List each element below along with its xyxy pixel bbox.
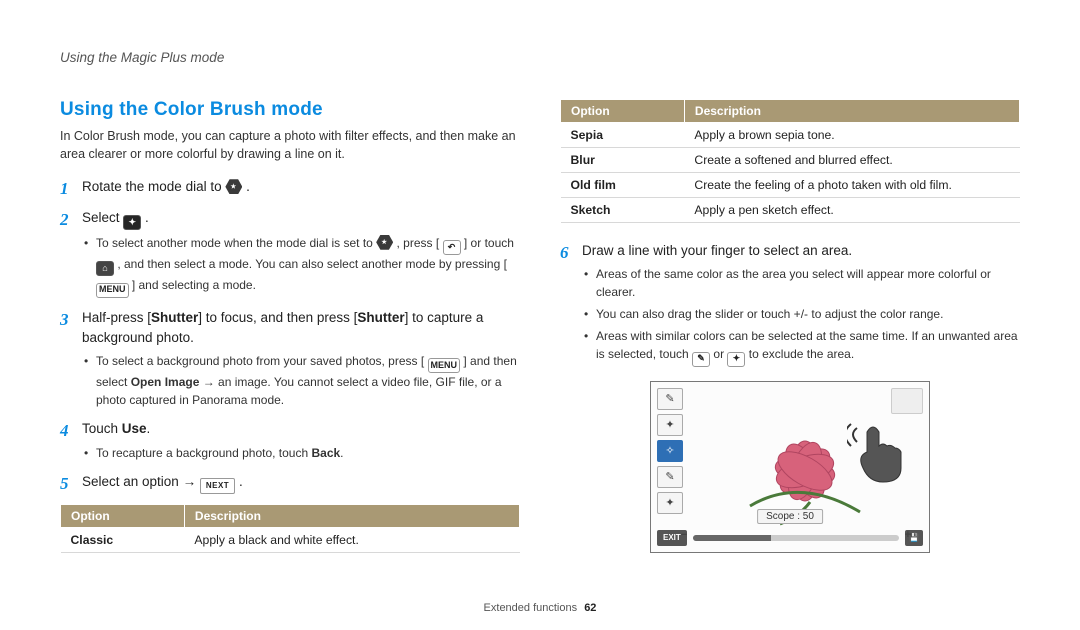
step-1: Rotate the mode dial to . — [60, 177, 520, 197]
opt-desc: Create a softened and blurred effect. — [684, 148, 1019, 173]
step-5: Select an option → NEXT . — [60, 472, 520, 494]
opt-desc: Create the feeling of a photo taken with… — [684, 173, 1019, 198]
page-footer: Extended functions 62 — [0, 602, 1080, 614]
t: . — [340, 446, 343, 460]
step-6-text: Draw a line with your finger to select a… — [582, 243, 852, 258]
t: . — [147, 421, 151, 436]
mode-dial-magic-icon — [225, 179, 242, 194]
finger-touch-icon — [847, 422, 911, 486]
back-button-icon: ↶ — [443, 240, 461, 255]
th-option: Option — [61, 504, 185, 527]
scope-label: Scope : 50 — [757, 509, 823, 524]
exclude-point-icon: ✦ — [727, 352, 745, 367]
t: Half-press [ — [82, 310, 151, 325]
table-row: SketchApply a pen sketch effect. — [561, 198, 1020, 223]
opt-name: Classic — [61, 527, 185, 552]
step-2-text-pre: Select — [82, 210, 123, 225]
t: or — [713, 347, 727, 361]
opt-desc: Apply a pen sketch effect. — [684, 198, 1019, 223]
table-row: Old filmCreate the feeling of a photo ta… — [561, 173, 1020, 198]
t: To recapture a background photo, touch — [96, 446, 311, 460]
section-intro: In Color Brush mode, you can capture a p… — [60, 127, 520, 163]
bottom-bar: EXIT 💾 — [657, 529, 923, 547]
step-4-sublist: To recapture a background photo, touch B… — [82, 440, 520, 462]
step-6-sub-2: You can also drag the slider or touch +/… — [582, 305, 1020, 323]
t: ] or touch — [464, 236, 514, 250]
menu-button-icon: MENU — [428, 358, 461, 373]
menu-button-icon: MENU — [96, 283, 129, 298]
t: , and then select a mode. You can also s… — [117, 257, 507, 271]
left-column: Using the Color Brush mode In Color Brus… — [60, 99, 520, 553]
step-2-text-post: . — [145, 210, 149, 225]
t: ] and selecting a mode. — [132, 278, 256, 292]
th-option: Option — [561, 100, 685, 123]
th-description: Description — [684, 100, 1019, 123]
right-column: Option Description SepiaApply a brown se… — [560, 99, 1020, 553]
opt-name: Blur — [561, 148, 685, 173]
mode-dial-magic-icon — [376, 235, 393, 250]
t: Touch — [82, 421, 122, 436]
options-table-left: Option Description Classic Apply a black… — [60, 504, 520, 553]
camera-screen: ✎ ✦ ✧ ✎ ✦ — [650, 381, 930, 553]
opt-desc: Apply a black and white effect. — [184, 527, 519, 552]
step-3: Half-press [Shutter] to focus, and then … — [60, 308, 520, 410]
tool-include-star-icon[interactable]: ✦ — [657, 414, 683, 436]
t: To select a background photo from your s… — [96, 354, 424, 368]
th-description: Description — [184, 504, 519, 527]
use-label: Use — [122, 421, 147, 436]
step-3-sublist: To select a background photo from your s… — [82, 348, 520, 409]
preview-thumbnail[interactable] — [891, 388, 923, 414]
t: , press [ — [397, 236, 440, 250]
step-1-text-pre: Rotate the mode dial to — [82, 179, 225, 194]
opt-desc: Apply a brown sepia tone. — [684, 123, 1019, 148]
shutter-label: Shutter — [357, 310, 404, 325]
opt-name: Sepia — [561, 123, 685, 148]
t: To select another mode when the mode dia… — [96, 236, 376, 250]
section-title: Using the Color Brush mode — [60, 99, 520, 121]
step-6: Draw a line with your finger to select a… — [560, 241, 1020, 367]
manual-page: Using the Magic Plus mode Using the Colo… — [0, 0, 1080, 630]
step-6-sub-3: Areas with similar colors can be selecte… — [582, 327, 1020, 366]
two-column-layout: Using the Color Brush mode In Color Brus… — [60, 99, 1020, 553]
step-3-sub-1: To select a background photo from your s… — [82, 352, 520, 409]
step-2: Select ✦ . To select another mode when t… — [60, 208, 520, 298]
step-4-sub-1: To recapture a background photo, touch B… — [82, 444, 520, 462]
footer-section: Extended functions — [484, 602, 578, 614]
next-button-icon: NEXT — [200, 478, 235, 494]
steps-list-continued: Draw a line with your finger to select a… — [560, 241, 1020, 367]
tool-column: ✎ ✦ ✧ ✎ ✦ — [657, 388, 683, 514]
t: . — [239, 474, 243, 489]
step-1-text-post: . — [246, 179, 250, 194]
home-touch-icon: ⌂ — [96, 261, 114, 276]
exclude-brush-icon: ✎ — [692, 352, 710, 367]
example-screenshot: ✎ ✦ ✧ ✎ ✦ — [560, 381, 1020, 553]
step-6-sublist: Areas of the same color as the area you … — [582, 261, 1020, 366]
step-4: Touch Use. To recapture a background pho… — [60, 419, 520, 461]
tool-exclude-star-icon[interactable]: ✦ — [657, 492, 683, 514]
opt-name: Old film — [561, 173, 685, 198]
t: to exclude the area. — [749, 347, 854, 361]
tool-include-brush-icon[interactable]: ✎ — [657, 388, 683, 410]
running-head: Using the Magic Plus mode — [60, 50, 1020, 65]
opt-name: Sketch — [561, 198, 685, 223]
table-row: BlurCreate a softened and blurred effect… — [561, 148, 1020, 173]
steps-list: Rotate the mode dial to . Select ✦ . To … — [60, 177, 520, 493]
footer-page-number: 62 — [584, 602, 596, 614]
step-6-sub-1: Areas of the same color as the area you … — [582, 265, 1020, 301]
t: ] to focus, and then press [ — [198, 310, 357, 325]
table-row: Classic Apply a black and white effect. — [61, 527, 520, 552]
step-2-sublist: To select another mode when the mode dia… — [82, 230, 520, 298]
tool-selected-sparkle-icon[interactable]: ✧ — [657, 440, 683, 462]
scope-slider[interactable] — [693, 535, 899, 541]
open-image-label: Open Image — [131, 375, 200, 389]
options-table-right: Option Description SepiaApply a brown se… — [560, 99, 1020, 223]
tool-exclude-brush-icon[interactable]: ✎ — [657, 466, 683, 488]
color-brush-mode-icon: ✦ — [123, 215, 141, 230]
back-label: Back — [311, 446, 340, 460]
t: Select an option → — [82, 474, 200, 489]
shutter-label: Shutter — [151, 310, 198, 325]
table-row: SepiaApply a brown sepia tone. — [561, 123, 1020, 148]
step-2-sub-1: To select another mode when the mode dia… — [82, 234, 520, 298]
